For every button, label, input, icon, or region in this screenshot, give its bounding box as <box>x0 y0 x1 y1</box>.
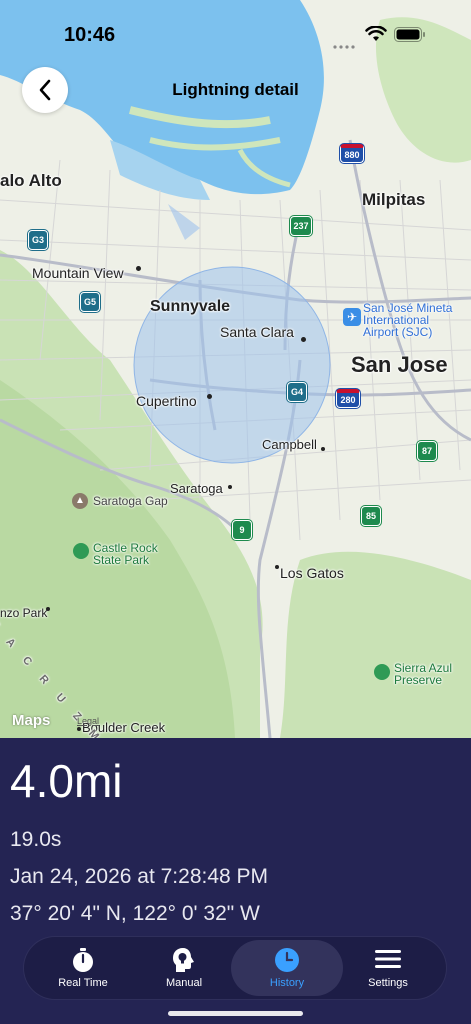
highway-shield: G3 <box>28 230 48 250</box>
tab-history[interactable]: History <box>231 940 343 996</box>
place-dot <box>275 565 279 569</box>
place-sierra-azul: Sierra Azul Preserve <box>394 661 453 687</box>
park-icon <box>374 664 390 680</box>
place-dot <box>207 394 212 399</box>
wifi-icon <box>365 25 387 47</box>
highway-shield: 85 <box>361 506 381 526</box>
place-castle-rock: Castle Rock State Park <box>93 541 158 567</box>
place-dot <box>46 607 50 611</box>
tab-label: Settings <box>368 977 408 989</box>
place-cupertino: Cupertino <box>136 393 197 409</box>
place-milpitas: Milpitas <box>362 190 426 209</box>
park-icon <box>73 543 89 559</box>
place-airport: San José Mineta International Airport (S… <box>363 301 453 339</box>
place-dot <box>228 485 232 489</box>
maps-attribution: Maps <box>12 712 50 729</box>
highway-shield: 880 <box>340 144 364 163</box>
head-lightbulb-icon <box>171 947 197 976</box>
legal-link[interactable]: Legal <box>77 716 99 726</box>
place-enzo-park: nzo Park <box>0 606 48 620</box>
maps-attribution-label: Maps <box>12 712 51 729</box>
mountain-pass-icon: ▲ <box>72 493 88 509</box>
place-sunnyvale: Sunnyvale <box>150 298 231 315</box>
tab-label: Real Time <box>58 977 108 989</box>
tab-manual[interactable]: Manual <box>128 937 240 999</box>
highway-shield: 237 <box>290 216 312 236</box>
place-san-jose: San Jose <box>351 352 448 377</box>
highway-shield: G5 <box>80 292 100 312</box>
place-dot <box>301 337 306 342</box>
tab-bar: Real Time Manual History Settings <box>24 937 446 999</box>
battery-icon <box>394 27 426 47</box>
clock-icon <box>274 947 300 976</box>
place-saratoga-gap: Saratoga Gap <box>93 494 168 508</box>
map-view[interactable]: alo Alto Milpitas Mountain View Sunnyval… <box>0 0 471 738</box>
status-time: 10:46 <box>64 24 116 46</box>
menu-icon <box>374 947 402 974</box>
place-saratoga: Saratoga <box>170 481 223 496</box>
strike-datetime: Jan 24, 2026 at 7:28:48 PM <box>10 865 269 888</box>
airport-icon: ✈ <box>343 308 361 326</box>
elapsed-time: 19.0s <box>10 828 62 851</box>
highway-shield: 280 <box>336 389 360 408</box>
strike-distance: 4.0mi <box>10 755 123 807</box>
place-dot <box>136 266 141 271</box>
place-campbell: Campbell <box>262 437 317 452</box>
dots-icon <box>333 36 357 49</box>
tab-real-time[interactable]: Real Time <box>27 937 139 999</box>
stopwatch-icon <box>70 947 96 976</box>
place-palo-alto: alo Alto <box>0 171 62 190</box>
tab-label: Manual <box>165 977 203 989</box>
highway-shield: 9 <box>232 520 252 540</box>
status-bar: 10:46 <box>0 0 471 60</box>
tab-label: History <box>269 977 305 989</box>
place-mountain-view: Mountain View <box>32 265 124 281</box>
home-indicator <box>168 1011 303 1016</box>
tab-settings[interactable]: Settings <box>332 937 444 999</box>
place-santa-clara: Santa Clara <box>220 324 294 340</box>
highway-shield: G4 <box>287 382 307 402</box>
page-title: Lightning detail <box>172 80 299 99</box>
place-los-gatos: Los Gatos <box>280 565 344 581</box>
place-dot <box>321 447 325 451</box>
highway-shield: 87 <box>417 441 437 461</box>
strike-coordinates: 37° 20' 4" N, 122° 0' 32" W <box>10 902 260 925</box>
